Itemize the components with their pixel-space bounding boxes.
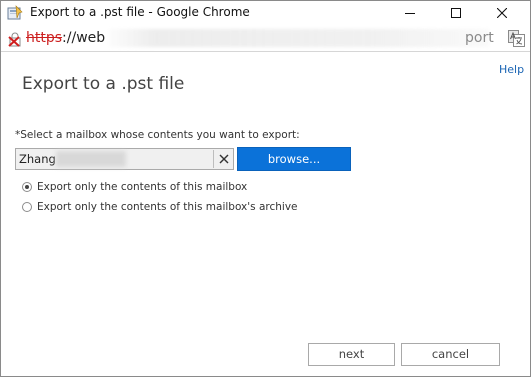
mailbox-value: Zhang [19,152,56,166]
close-window-button[interactable] [479,1,525,25]
mailbox-input[interactable]: Zhang [15,148,234,170]
maximize-icon [451,8,461,18]
radio-archive-contents[interactable] [22,202,32,212]
option-mailbox-contents[interactable]: Export only the contents of this mailbox [22,181,247,193]
pst-export-icon [7,5,23,21]
cancel-button[interactable]: cancel [401,343,500,366]
address-bar[interactable]: https://web port [1,26,530,52]
radio-mailbox-contents[interactable] [22,182,32,192]
clear-mailbox-button[interactable] [213,150,234,168]
minimize-button[interactable] [387,1,433,25]
page-title: Export to a .pst file [22,74,185,94]
url-tail: port [465,30,494,46]
next-button[interactable]: next [308,343,395,366]
dialog-content: Help Export to a .pst file *Select a mai… [1,52,530,376]
option-label: Export only the contents of this mailbox… [37,201,298,213]
minimize-icon [405,13,415,14]
translate-icon[interactable] [508,30,525,47]
mailbox-field-label: *Select a mailbox whose contents you wan… [15,129,300,141]
option-archive-contents[interactable]: Export only the contents of this mailbox… [22,201,298,213]
help-link[interactable]: Help [499,63,524,76]
url-scheme: https [26,30,63,46]
popup-window: Export to a .pst file - Google Chrome ht… [0,0,531,377]
close-icon [497,8,507,18]
title-bar: Export to a .pst file - Google Chrome [1,1,530,25]
url-host: web [76,30,106,46]
url-separator: :// [62,30,77,46]
redacted-mailbox-name [56,151,126,167]
maximize-button[interactable] [433,1,479,25]
url-text: https://web [26,30,105,46]
browse-button[interactable]: browse... [237,147,351,171]
window-title: Export to a .pst file - Google Chrome [30,5,250,19]
close-icon [219,154,229,164]
option-label: Export only the contents of this mailbox [37,181,248,193]
not-secure-icon[interactable] [7,31,23,47]
redacted-url [109,29,489,47]
